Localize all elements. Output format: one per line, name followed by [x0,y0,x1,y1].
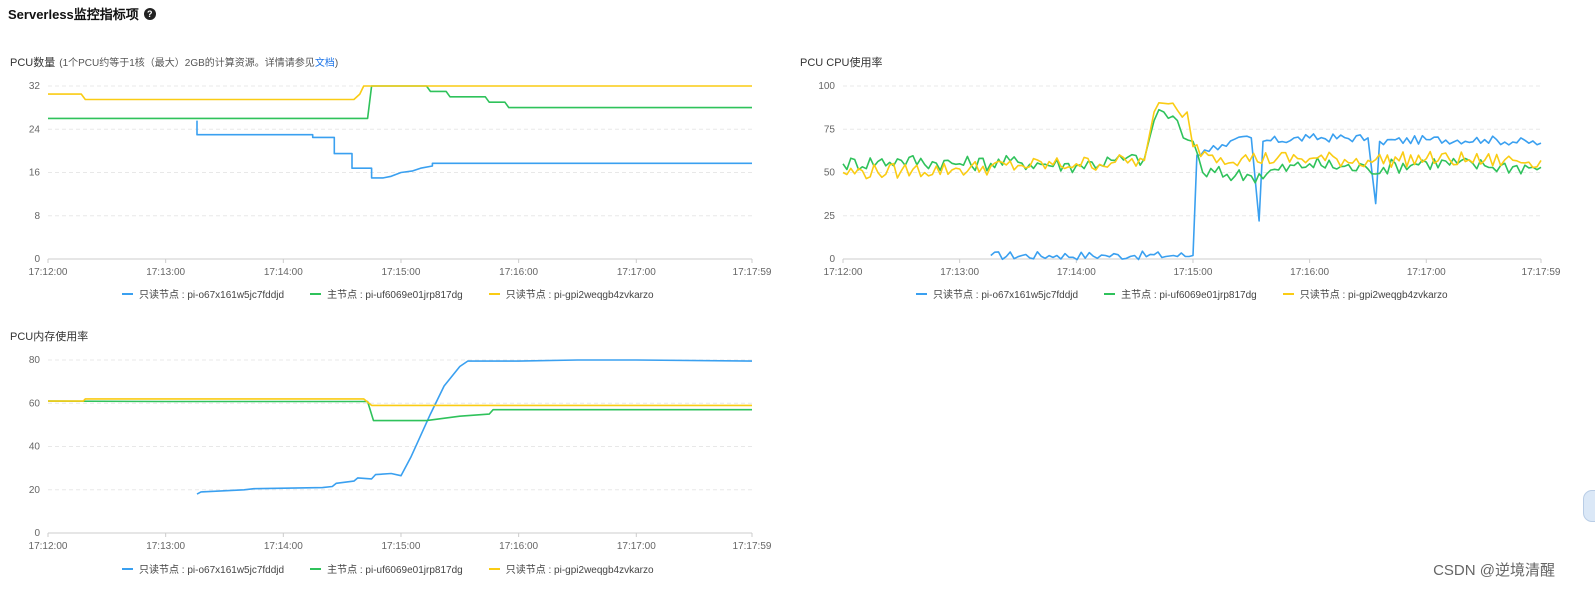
legend-item[interactable]: 主节点 : pi-uf6069e01jrp817dg [310,561,463,576]
legend-item[interactable]: 只读节点 : pi-o67x161w5jc7fddjd [122,561,284,576]
legend-swatch [310,567,322,570]
floating-helper-button[interactable] [1583,490,1595,522]
legend-item[interactable]: 只读节点 : pi-gpi2weqgb4zvkarzo [488,561,654,576]
pcu-mem-legend: 只读节点 : pi-o67x161w5jc7fddjd 主节点 : pi-uf60… [122,561,654,576]
x-tick-label: 17:17:59 [733,541,772,552]
x-tick-label: 17:17:00 [617,541,656,552]
pcu-mem-chart: 0 20 40 60 80 17:12:00 17:13:00 17:14:00 17:15:0… [29,355,772,552]
legend-label: 只读节点 : pi-gpi2weqgb4zvkarzo [505,565,654,576]
y-tick-label: 80 [29,355,41,366]
legend-swatch [122,567,133,570]
series-line-2 [47,400,752,422]
watermark: CSDN @逆境清醒 [1433,562,1555,579]
y-tick-label: 0 [34,528,40,539]
x-tick-label: 17:13:00 [146,541,185,552]
legend-label: 主节点 : pi-uf6069e01jrp817dg [327,565,463,576]
legend-swatch [488,567,500,570]
y-tick-label: 40 [29,442,41,453]
y-tick-label: 60 [29,398,41,409]
y-tick-label: 20 [29,485,41,496]
x-tick-label: 17:14:00 [264,541,303,552]
x-tick-label: 17:16:00 [499,541,538,552]
x-tick-label: 17:12:00 [29,541,68,552]
series-line-1 [196,359,753,495]
legend-label: 只读节点 : pi-o67x161w5jc7fddjd [139,565,285,576]
x-tick-label: 17:15:00 [382,541,421,552]
